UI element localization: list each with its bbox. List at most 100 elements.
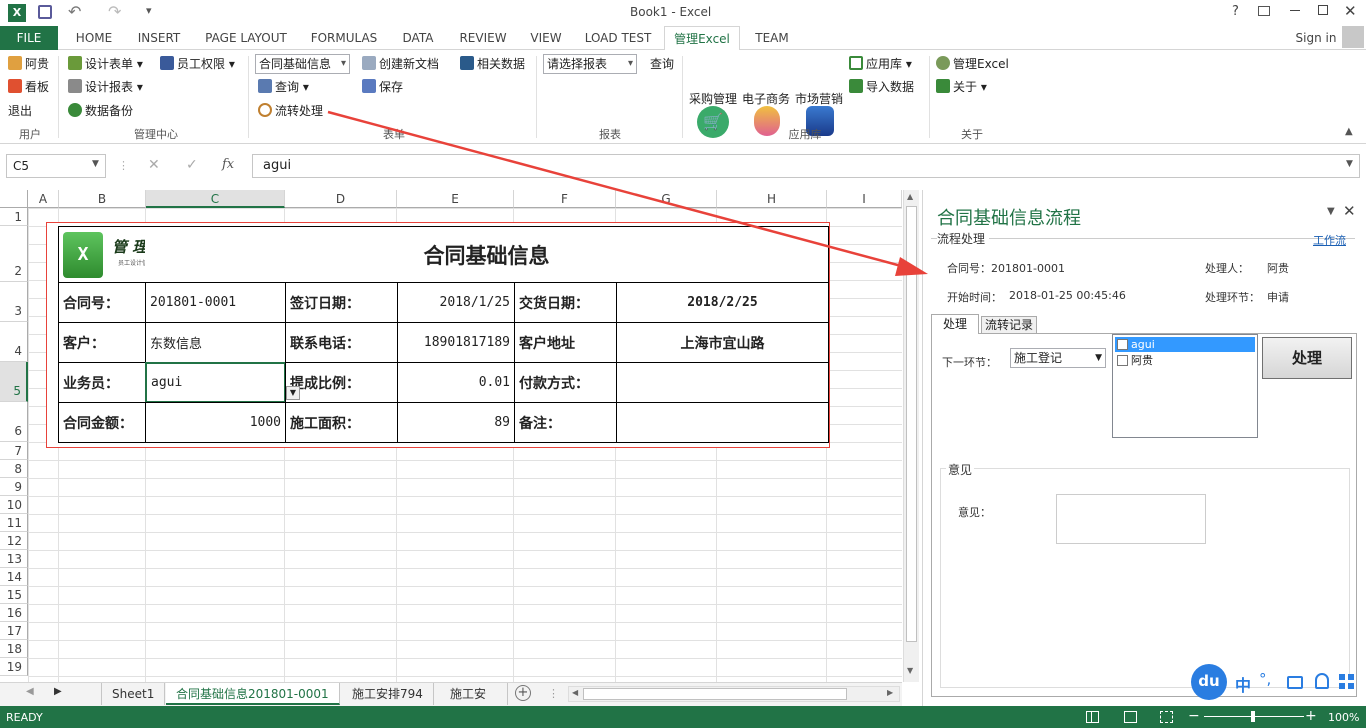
- dropdown-arrow-icon[interactable]: ▼: [286, 386, 300, 400]
- name-box[interactable]: C5: [6, 154, 106, 178]
- row-header[interactable]: 17: [0, 622, 28, 640]
- tab-load-test[interactable]: LOAD TEST: [578, 26, 658, 50]
- row-header[interactable]: 2: [0, 226, 28, 282]
- value-phone[interactable]: 18901817189: [397, 322, 515, 363]
- add-sheet-icon[interactable]: +: [515, 685, 531, 701]
- column-header[interactable]: B: [59, 190, 146, 208]
- marketing-button[interactable]: 市场营销: [795, 91, 843, 107]
- ime-badge[interactable]: du: [1191, 664, 1227, 700]
- name-box-dropdown-icon[interactable]: ▼: [92, 159, 99, 169]
- insert-function-icon[interactable]: fx: [222, 157, 234, 172]
- worksheet-grid[interactable]: A B C D E F G H I 1 2 3 4 5 6 7 8 9 10 1…: [0, 190, 902, 682]
- value-customer[interactable]: 东数信息: [145, 322, 286, 363]
- value-remark[interactable]: [616, 402, 829, 443]
- zoom-level[interactable]: 100%: [1328, 711, 1359, 724]
- workflow-link[interactable]: 工作流: [1313, 232, 1346, 248]
- checkbox[interactable]: [1117, 355, 1128, 366]
- tab-page-layout[interactable]: PAGE LAYOUT: [198, 26, 294, 50]
- tab-team[interactable]: TEAM: [748, 26, 796, 50]
- punctuation-icon[interactable]: °,: [1259, 670, 1271, 688]
- flow-button[interactable]: 流转处理: [258, 103, 323, 119]
- tab-review[interactable]: REVIEW: [452, 26, 514, 50]
- row-header[interactable]: 13: [0, 550, 28, 568]
- column-header[interactable]: D: [285, 190, 397, 208]
- formula-input[interactable]: agui: [252, 154, 1360, 178]
- page-layout-view-icon[interactable]: [1124, 711, 1137, 723]
- tab-home[interactable]: HOME: [68, 26, 120, 50]
- save-form-button[interactable]: 保存: [362, 79, 403, 95]
- assignee-list[interactable]: agui 阿贵: [1112, 334, 1258, 438]
- help-icon[interactable]: ?: [1232, 4, 1239, 19]
- ecommerce-button[interactable]: 电子商务: [742, 91, 790, 107]
- value-contract-no[interactable]: 201801-0001: [145, 282, 286, 323]
- zoom-in-icon[interactable]: +: [1305, 708, 1317, 724]
- column-header[interactable]: F: [514, 190, 616, 208]
- pane-close-icon[interactable]: ✕: [1343, 202, 1356, 220]
- scroll-left-icon[interactable]: ◀: [572, 688, 578, 697]
- tab-insert[interactable]: INSERT: [130, 26, 188, 50]
- horizontal-scrollbar[interactable]: ◀ ▶: [568, 686, 900, 702]
- column-header[interactable]: C: [146, 190, 285, 208]
- row-header[interactable]: 12: [0, 532, 28, 550]
- row-header[interactable]: 18: [0, 640, 28, 658]
- dashboard-button[interactable]: 看板: [8, 79, 49, 95]
- minimize-icon[interactable]: [1290, 10, 1300, 11]
- value-payment[interactable]: [616, 362, 829, 403]
- enter-icon[interactable]: ✓: [186, 157, 198, 173]
- row-header[interactable]: 7: [0, 442, 28, 460]
- sheet-tab[interactable]: 施工安: [440, 683, 508, 705]
- normal-view-icon[interactable]: [1086, 711, 1099, 723]
- vertical-scrollbar[interactable]: ▲ ▼: [903, 190, 919, 682]
- value-salesman[interactable]: agui: [145, 362, 286, 403]
- app-store-button[interactable]: 应用库 ▾: [849, 56, 912, 72]
- row-header[interactable]: 8: [0, 460, 28, 478]
- row-header[interactable]: 19: [0, 658, 28, 676]
- staff-perm-button[interactable]: 员工权限 ▾: [160, 56, 235, 72]
- scroll-down-icon[interactable]: ▼: [907, 666, 913, 675]
- scroll-right-icon[interactable]: ▶: [887, 688, 893, 697]
- value-area[interactable]: 89: [397, 402, 515, 443]
- scroll-thumb[interactable]: [906, 206, 917, 642]
- column-header[interactable]: I: [827, 190, 902, 208]
- design-form-button[interactable]: 设计表单 ▾: [68, 56, 143, 72]
- page-break-view-icon[interactable]: [1160, 711, 1173, 723]
- zoom-slider-thumb[interactable]: [1251, 711, 1255, 722]
- tab-formulas[interactable]: FORMULAS: [304, 26, 384, 50]
- list-item[interactable]: 阿贵: [1115, 353, 1255, 368]
- user-name-button[interactable]: 阿贵: [8, 56, 49, 72]
- row-header[interactable]: 10: [0, 496, 28, 514]
- row-header[interactable]: 9: [0, 478, 28, 496]
- pane-options-icon[interactable]: ▼: [1327, 206, 1335, 217]
- new-doc-button[interactable]: 创建新文档: [362, 56, 439, 72]
- list-item[interactable]: agui: [1115, 337, 1255, 352]
- tab-file[interactable]: FILE: [0, 26, 58, 50]
- manage-excel-button[interactable]: 管理Excel: [936, 56, 1009, 72]
- design-report-button[interactable]: 设计报表 ▾: [68, 79, 143, 95]
- next-step-select[interactable]: 施工登记 ▼: [1010, 348, 1106, 368]
- tab-manage-excel[interactable]: 管理Excel: [664, 26, 740, 51]
- cancel-icon[interactable]: ✕: [148, 157, 160, 173]
- column-header[interactable]: A: [28, 190, 59, 208]
- opinion-input[interactable]: [1056, 494, 1206, 544]
- redo-icon[interactable]: ↷: [108, 2, 121, 21]
- sheet-tab-active[interactable]: 合同基础信息201801-0001: [166, 683, 340, 705]
- row-header[interactable]: 4: [0, 322, 28, 362]
- tab-process[interactable]: 处理: [931, 314, 979, 334]
- value-delivery-date[interactable]: 2018/2/25: [616, 282, 829, 323]
- row-header[interactable]: 3: [0, 282, 28, 322]
- checkbox[interactable]: [1117, 339, 1128, 350]
- row-header[interactable]: 15: [0, 586, 28, 604]
- row-header[interactable]: 16: [0, 604, 28, 622]
- column-header[interactable]: H: [717, 190, 827, 208]
- expand-formula-icon[interactable]: ▼: [1346, 159, 1353, 169]
- row-header[interactable]: 14: [0, 568, 28, 586]
- zoom-out-icon[interactable]: −: [1188, 708, 1200, 724]
- import-data-button[interactable]: 导入数据: [849, 79, 914, 95]
- logout-button[interactable]: 退出: [8, 103, 32, 119]
- report-query-button[interactable]: 查询: [650, 56, 674, 72]
- avatar[interactable]: [1342, 26, 1364, 48]
- row-header[interactable]: 1: [0, 208, 28, 226]
- tab-history[interactable]: 流转记录: [981, 316, 1037, 334]
- prev-sheet-icon[interactable]: ◀: [26, 686, 34, 697]
- query-button[interactable]: 查询 ▾: [258, 79, 309, 95]
